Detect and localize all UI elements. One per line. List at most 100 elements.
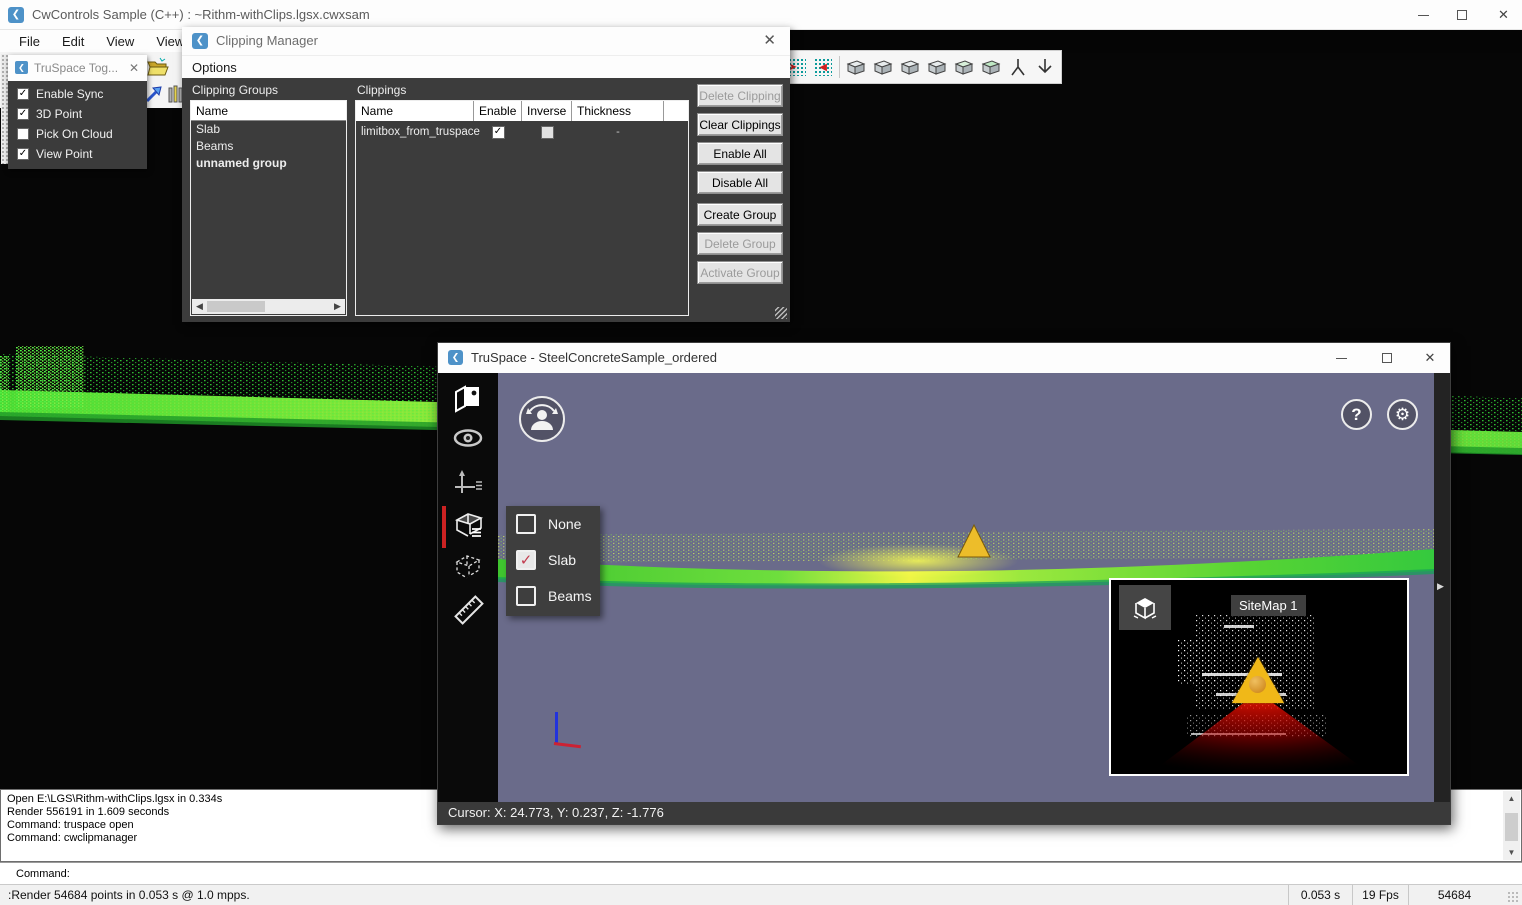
close-button[interactable]: ✕ <box>1410 343 1450 373</box>
col-header-name[interactable]: Name <box>356 101 474 121</box>
truspace-viewport[interactable]: ? ⚙ <box>498 373 1434 804</box>
avatar-view-icon[interactable] <box>519 396 565 442</box>
drop-to-ground-icon[interactable] <box>1034 56 1056 78</box>
toggles-titlebar[interactable]: ❮ TruSpace Tog... ✕ <box>8 55 147 81</box>
close-icon[interactable]: ✕ <box>763 27 776 55</box>
toggle-3d-point[interactable]: 3D Point <box>8 104 147 124</box>
enable-checkbox[interactable] <box>492 126 505 139</box>
menu-view[interactable]: View <box>95 30 145 53</box>
popup-option-slab[interactable]: Slab <box>506 542 600 578</box>
main-window-title: CwControls Sample (C++) : ~Rithm-withCli… <box>32 0 370 30</box>
group-row-beams[interactable]: Beams <box>191 138 346 155</box>
close-icon[interactable]: ✕ <box>129 55 139 81</box>
scrollbar-thumb[interactable] <box>207 301 265 312</box>
checkbox[interactable] <box>17 148 29 160</box>
col-header-inverse[interactable]: Inverse <box>522 101 572 121</box>
measure-ruler-icon[interactable] <box>453 594 485 631</box>
clip-slab-icon[interactable] <box>453 509 485 546</box>
limitbox-tool-5-icon[interactable] <box>953 56 975 78</box>
help-icon[interactable]: ? <box>1341 399 1372 430</box>
toggle-view-point[interactable]: View Point <box>8 144 147 164</box>
sync-view-icon[interactable] <box>144 84 164 109</box>
limitbox-tool-4-icon[interactable] <box>926 56 948 78</box>
sitemap-view-cone <box>1131 692 1391 776</box>
group-row-unnamed[interactable]: unnamed group <box>191 155 346 172</box>
resize-grip[interactable] <box>775 307 787 319</box>
scroll-left-icon[interactable]: ◀ <box>192 301 207 312</box>
limitbox-tool-1-icon[interactable] <box>845 56 867 78</box>
maximize-button[interactable] <box>1364 343 1410 373</box>
disable-all-button[interactable]: Disable All <box>697 171 783 194</box>
group-row-slab[interactable]: Slab <box>191 121 346 138</box>
popup-option-none[interactable]: None <box>506 506 600 542</box>
command-input[interactable] <box>75 865 775 883</box>
status-render-time: 0.053 s <box>1288 885 1352 905</box>
create-group-button[interactable]: Create Group <box>697 203 783 226</box>
minimize-button[interactable] <box>1318 343 1364 373</box>
groups-header-name: Name <box>191 101 346 121</box>
checkbox[interactable] <box>17 128 29 140</box>
limitbox-tool-3-icon[interactable] <box>899 56 921 78</box>
clipping-row-limitbox[interactable]: limitbox_from_truspace - <box>356 121 688 143</box>
pick-point-icon[interactable] <box>1007 56 1029 78</box>
checkbox[interactable] <box>17 108 29 120</box>
fence-tool-icon[interactable] <box>168 84 182 109</box>
command-label: Command: <box>16 863 70 885</box>
menu-options[interactable]: Options <box>182 55 790 78</box>
inverse-checkbox[interactable] <box>541 126 554 139</box>
sitemap-overlay[interactable]: SiteMap 1 <box>1109 578 1409 776</box>
truspace-titlebar[interactable]: ❮ TruSpace - SteelConcreteSample_ordered… <box>438 343 1450 373</box>
checkbox[interactable] <box>516 550 536 570</box>
cursor-status-bar: Cursor: X: 24.773, Y: 0.237, Z: -1.776 <box>438 802 1450 824</box>
clippings-table: Name Enable Inverse Thickness limitbox_f… <box>355 100 689 316</box>
enable-all-button[interactable]: Enable All <box>697 142 783 165</box>
checkbox[interactable] <box>17 88 29 100</box>
col-header-thickness[interactable]: Thickness <box>572 101 664 121</box>
expand-arrow-icon[interactable]: ▶ <box>1437 581 1444 592</box>
menu-edit[interactable]: Edit <box>51 30 95 53</box>
resize-grip[interactable] <box>1507 891 1518 902</box>
scrollbar-thumb[interactable] <box>1505 813 1518 841</box>
activate-group-button[interactable]: Activate Group <box>697 261 783 284</box>
sitemap-cube-button[interactable] <box>1119 585 1171 630</box>
col-header-enable[interactable]: Enable <box>474 101 522 121</box>
clipping-manager-dialog: ❮ Clipping Manager ✕ Options Clipping Gr… <box>182 27 790 322</box>
active-tool-indicator <box>442 506 446 548</box>
limitbox-dashed-icon[interactable] <box>453 552 483 587</box>
checkbox[interactable] <box>516 586 536 606</box>
maximize-button[interactable] <box>1439 0 1485 30</box>
clipping-groups-label: Clipping Groups <box>192 83 278 97</box>
open-file-icon[interactable] <box>146 56 170 83</box>
move-axis-icon[interactable] <box>453 469 483 502</box>
delete-clipping-button[interactable]: Delete Clipping <box>697 84 783 107</box>
log-line: Command: cwclipmanager <box>7 832 222 845</box>
truspace-side-strip[interactable]: ▶ <box>1434 373 1450 804</box>
toggle-enable-sync[interactable]: Enable Sync <box>8 84 147 104</box>
toggles-panel-title: TruSpace Tog... <box>34 55 118 81</box>
limitbox-tool-2-icon[interactable] <box>872 56 894 78</box>
scroll-right-icon[interactable]: ▶ <box>330 301 345 312</box>
checkbox[interactable] <box>516 514 536 534</box>
clipping-manager-titlebar[interactable]: ❮ Clipping Manager ✕ <box>182 27 790 55</box>
menu-file[interactable]: File <box>8 30 51 53</box>
groups-horizontal-scrollbar[interactable]: ◀ ▶ <box>192 299 345 314</box>
scroll-up-icon[interactable]: ▲ <box>1503 791 1520 806</box>
settings-gear-icon[interactable]: ⚙ <box>1387 399 1418 430</box>
close-button[interactable]: ✕ <box>1485 0 1522 30</box>
truspace-sidebar <box>438 373 498 804</box>
clear-clippings-button[interactable]: Clear Clippings <box>697 113 783 136</box>
clip-outside-icon[interactable]: ◀ <box>813 56 835 78</box>
visibility-eye-icon[interactable] <box>453 427 483 454</box>
log-vertical-scrollbar[interactable]: ▲ ▼ <box>1503 791 1520 860</box>
app-icon: ❮ <box>448 350 463 365</box>
sitemap-panel-icon[interactable] <box>453 384 483 419</box>
axis-indicator-z <box>555 712 558 744</box>
limitbox-tool-6-icon[interactable] <box>980 56 1002 78</box>
log-line: Render 556191 in 1.609 seconds <box>7 806 222 819</box>
toggle-pick-on-cloud[interactable]: Pick On Cloud <box>8 124 147 144</box>
scroll-down-icon[interactable]: ▼ <box>1503 845 1520 860</box>
toolbar-dock-grip[interactable] <box>1 54 8 164</box>
clipping-manager-title: Clipping Manager <box>216 27 318 55</box>
delete-group-button[interactable]: Delete Group <box>697 232 783 255</box>
popup-option-beams[interactable]: Beams <box>506 578 600 614</box>
